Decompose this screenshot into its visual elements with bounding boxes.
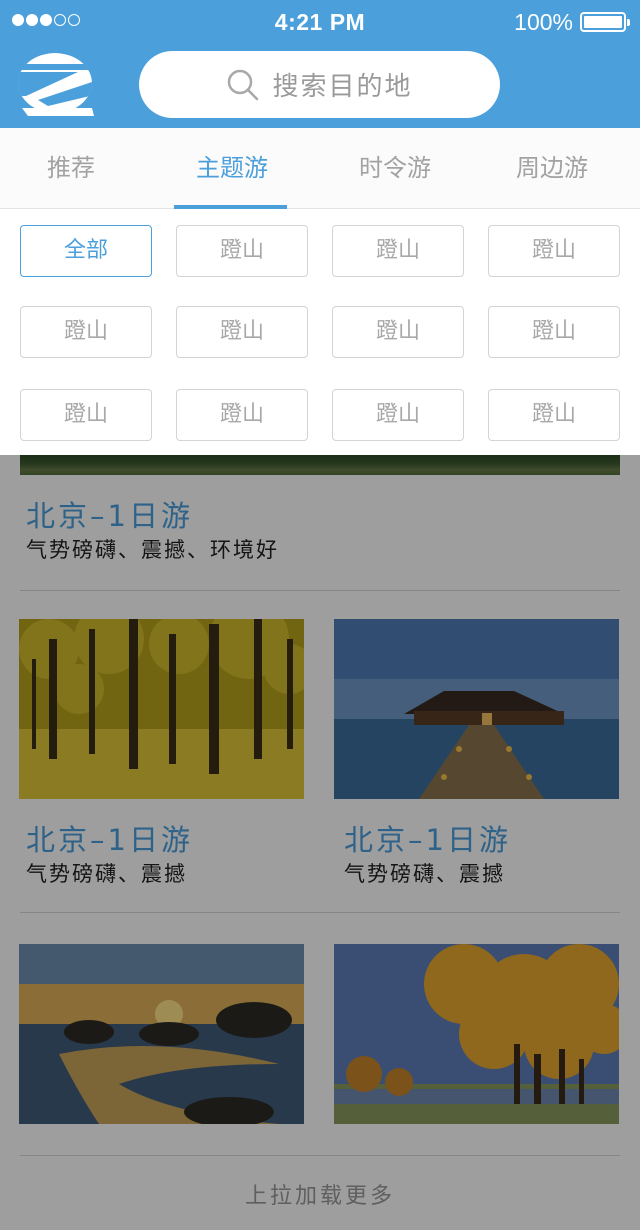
theme-filter-panel: 全部 蹬山 蹬山 蹬山 蹬山 蹬山 蹬山 蹬山 蹬山 蹬山 蹬山 蹬山 (0, 209, 640, 455)
filter-chip[interactable]: 蹬山 (332, 225, 464, 277)
filter-chip[interactable]: 蹬山 (332, 306, 464, 358)
search-placeholder: 搜索目的地 (272, 72, 413, 102)
tab-seasonal-tours[interactable]: 时令游 (325, 128, 465, 208)
filter-chip[interactable]: 蹬山 (176, 389, 308, 441)
tab-theme-tours[interactable]: 主题游 (162, 128, 302, 208)
tab-nearby-tours[interactable]: 周边游 (482, 128, 622, 208)
filter-chip[interactable]: 蹬山 (488, 306, 620, 358)
filter-chip[interactable]: 蹬山 (488, 225, 620, 277)
filter-chip[interactable]: 蹬山 (176, 306, 308, 358)
brand-logo-icon[interactable] (18, 50, 96, 120)
battery-icon (580, 12, 630, 32)
filter-chip-all[interactable]: 全部 (20, 225, 152, 277)
app-header: 4:21 PM 100% 搜索目的地 (0, 0, 640, 128)
filter-chip[interactable]: 蹬山 (20, 389, 152, 441)
status-bar: 4:21 PM 100% (0, 0, 640, 44)
search-icon (228, 69, 259, 100)
category-tabs: 推荐 主题游 时令游 周边游 (0, 128, 640, 209)
tab-recommend[interactable]: 推荐 (0, 128, 142, 208)
filter-chip[interactable]: 蹬山 (20, 306, 152, 358)
filter-chip[interactable]: 蹬山 (488, 389, 620, 441)
filter-chip[interactable]: 蹬山 (176, 225, 308, 277)
battery-percent: 100% (514, 9, 573, 35)
dim-overlay[interactable] (0, 455, 640, 1230)
search-bar[interactable]: 搜索目的地 (139, 51, 500, 118)
filter-chip[interactable]: 蹬山 (332, 389, 464, 441)
